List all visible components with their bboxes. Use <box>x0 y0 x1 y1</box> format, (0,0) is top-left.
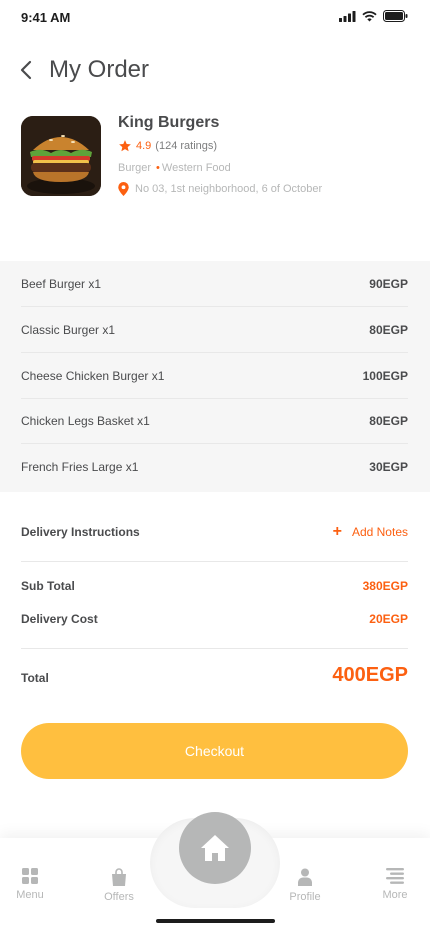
delivery-instructions-label: Delivery Instructions <box>21 525 140 539</box>
back-icon <box>20 60 32 80</box>
item-name: French Fries Large x1 <box>21 459 139 474</box>
order-item-row: Chicken Legs Basket x1 80EGP <box>21 398 408 444</box>
nav-menu-label: Menu <box>16 889 44 901</box>
shopping-bag-icon <box>112 868 126 886</box>
item-price: 80EGP <box>369 413 408 428</box>
wifi-icon <box>362 10 377 21</box>
battery-icon <box>383 10 408 22</box>
location-pin-icon <box>118 182 129 196</box>
back-button[interactable] <box>14 58 38 82</box>
rating-value: 4.9 <box>136 140 152 152</box>
address-row: No 03, 1st neighborhood, 6 of October <box>118 182 322 196</box>
delivery-cost-label: Delivery Cost <box>21 612 98 626</box>
item-price: 30EGP <box>369 459 408 474</box>
home-button[interactable] <box>179 812 251 884</box>
status-time: 9:41 AM <box>21 10 71 25</box>
nav-offers[interactable]: Offers <box>89 868 149 903</box>
restaurant-image <box>21 116 101 196</box>
nav-profile-label: Profile <box>289 891 321 903</box>
rating-row: 4.9 (124 ratings) <box>118 139 217 153</box>
star-icon <box>119 140 131 152</box>
page-title: My Order <box>49 56 150 83</box>
separator-dot: • <box>156 162 160 174</box>
category-row: Burger • Western Food <box>118 162 231 174</box>
cuisine-label: Western Food <box>161 162 231 174</box>
more-icon <box>386 868 404 884</box>
home-icon <box>201 835 229 861</box>
burger-image <box>21 116 101 196</box>
item-price: 90EGP <box>369 276 408 291</box>
menu-grid-icon <box>22 868 38 884</box>
category-label: Burger <box>118 162 152 174</box>
order-item-row: Classic Burger x1 80EGP <box>21 307 408 353</box>
user-icon <box>298 868 312 886</box>
item-price: 100EGP <box>362 368 408 383</box>
item-name: Classic Burger x1 <box>21 322 116 337</box>
delivery-cost-value: 20EGP <box>369 612 408 626</box>
nav-more-label: More <box>382 889 408 901</box>
divider <box>21 648 408 649</box>
checkout-button[interactable]: Checkout <box>21 723 408 779</box>
item-name: Chicken Legs Basket x1 <box>21 413 150 428</box>
status-icons <box>339 10 408 22</box>
address-text: No 03, 1st neighborhood, 6 of October <box>135 183 323 195</box>
item-name: Beef Burger x1 <box>21 276 102 291</box>
nav-more[interactable]: More <box>365 868 425 901</box>
signal-icon <box>339 10 356 22</box>
ratings-count: (124 ratings) <box>155 140 218 152</box>
add-notes-label: Add Notes <box>351 525 408 539</box>
total-value: 400EGP <box>332 664 408 686</box>
add-notes-button[interactable]: + Add Notes <box>333 524 408 540</box>
order-item-row: Beef Burger x1 90EGP <box>21 261 408 307</box>
item-price: 80EGP <box>369 322 408 337</box>
divider <box>21 561 408 562</box>
home-indicator <box>156 919 275 923</box>
nav-offers-label: Offers <box>104 891 134 903</box>
nav-profile[interactable]: Profile <box>275 868 335 903</box>
order-items-list: Beef Burger x1 90EGP Classic Burger x1 8… <box>0 261 430 492</box>
plus-icon: + <box>332 523 342 540</box>
order-item-row: Cheese Chicken Burger x1 100EGP <box>21 353 408 399</box>
subtotal-value: 380EGP <box>362 579 408 593</box>
order-item-row: French Fries Large x1 30EGP <box>21 444 408 489</box>
item-name: Cheese Chicken Burger x1 <box>21 368 165 383</box>
restaurant-name: King Burgers <box>118 114 220 131</box>
subtotal-label: Sub Total <box>21 579 75 593</box>
nav-menu[interactable]: Menu <box>0 868 60 901</box>
total-label: Total <box>21 671 49 685</box>
